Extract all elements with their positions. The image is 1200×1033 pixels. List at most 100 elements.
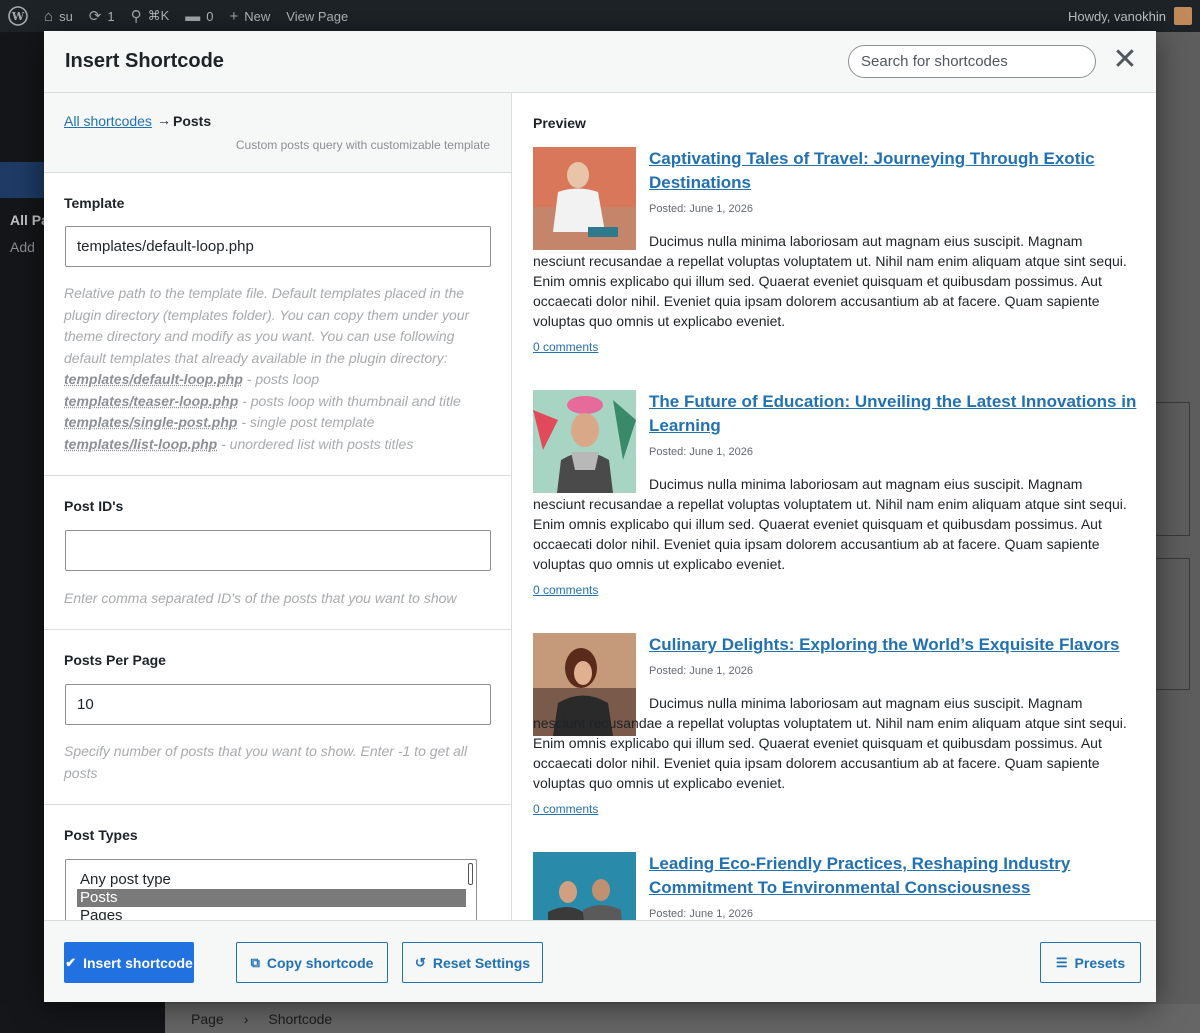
post-excerpt: Ducimus nulla minima laboriosam aut magn… bbox=[533, 476, 1127, 572]
template-option-file[interactable]: templates/list-loop.php bbox=[64, 436, 217, 452]
plus-icon: + bbox=[229, 7, 239, 25]
presets-button[interactable]: ☰ Presets bbox=[1040, 942, 1141, 983]
copy-shortcode-label: Copy shortcode bbox=[266, 954, 374, 971]
comment-icon: ▬ bbox=[185, 7, 201, 25]
template-option-file[interactable]: templates/teaser-loop.php bbox=[64, 393, 238, 409]
insert-shortcode-label: Insert shortcode bbox=[83, 954, 193, 971]
post-comments-link[interactable]: 0 comments bbox=[533, 340, 598, 354]
close-icon[interactable]: ✕ bbox=[1112, 45, 1138, 77]
posts-per-page-input[interactable] bbox=[65, 684, 491, 725]
modal-title: Insert Shortcode bbox=[65, 50, 224, 72]
post-thumbnail bbox=[533, 852, 636, 920]
template-field: Template Relative path to the template f… bbox=[44, 173, 511, 476]
greeting: Howdy, vanokhin bbox=[1067, 8, 1166, 24]
post-ids-label: Post ID's bbox=[64, 498, 124, 514]
preview-post: Culinary Delights: Exploring the World’s… bbox=[533, 633, 1133, 833]
post-date: Posted: June 1, 2026 bbox=[649, 908, 753, 920]
site-name-link[interactable]: ⌂ su bbox=[36, 0, 81, 32]
command-search-link[interactable]: ⚲ ⌘K bbox=[123, 0, 178, 32]
post-types-label: Post Types bbox=[64, 827, 138, 843]
post-ids-field: Post ID's Enter comma separated ID's of … bbox=[44, 476, 511, 630]
search-shortcut: ⌘K bbox=[147, 8, 170, 23]
background-panel bbox=[1150, 402, 1190, 536]
svg-text:W: W bbox=[11, 10, 25, 23]
home-icon: ⌂ bbox=[44, 7, 54, 25]
post-comments-link[interactable]: 0 comments bbox=[533, 583, 598, 597]
post-title-link[interactable]: Culinary Delights: Exploring the World’s… bbox=[649, 633, 1139, 657]
preview-title: Preview bbox=[533, 115, 586, 131]
comments-link[interactable]: ▬ 0 bbox=[177, 0, 221, 32]
post-types-select[interactable]: Any post type Posts Pages bbox=[65, 859, 477, 920]
sidebar-item-add[interactable]: Add bbox=[10, 239, 35, 255]
insert-shortcode-button[interactable]: ✔ Insert shortcode bbox=[64, 942, 194, 983]
menu-icon: ☰ bbox=[1055, 954, 1068, 970]
posts-per-page-help: Specify number of posts that you want to… bbox=[64, 743, 468, 781]
post-date: Posted: June 1, 2026 bbox=[649, 446, 753, 458]
refresh-icon: ⟳ bbox=[88, 8, 102, 25]
template-option-desc: - single post template bbox=[237, 414, 375, 430]
modal-header: Insert Shortcode ✕ bbox=[44, 31, 1156, 93]
post-title-link[interactable]: Captivating Tales of Travel: Journeying … bbox=[649, 147, 1139, 195]
post-excerpt: Ducimus nulla minima laboriosam aut magn… bbox=[533, 233, 1127, 329]
shortcode-search-input[interactable] bbox=[848, 45, 1096, 78]
view-page-link[interactable]: View Page bbox=[278, 0, 356, 32]
select-scrollbar[interactable] bbox=[468, 863, 473, 885]
search-icon: ⚲ bbox=[130, 8, 142, 25]
preview-post: Leading Eco-Friendly Practices, Reshapin… bbox=[533, 852, 1133, 920]
preview-pane[interactable]: Preview Captivating Tales of Travel: Jou… bbox=[512, 93, 1156, 920]
template-help-intro: Relative path to the template file. Defa… bbox=[64, 285, 470, 366]
insert-shortcode-modal: Insert Shortcode ✕ All shortcodes → Post… bbox=[44, 31, 1156, 1002]
post-type-option[interactable]: Any post type bbox=[77, 871, 466, 889]
all-shortcodes-link[interactable]: All shortcodes bbox=[64, 113, 152, 129]
settings-pane[interactable]: All shortcodes → Posts Custom posts quer… bbox=[44, 93, 512, 920]
account-menu[interactable]: Howdy, vanokhin bbox=[1068, 7, 1200, 25]
copy-shortcode-button[interactable]: ⧉ Copy shortcode bbox=[236, 942, 388, 983]
breadcrumb-current: Posts bbox=[173, 113, 212, 129]
site-name: su bbox=[59, 8, 73, 24]
template-option-file[interactable]: templates/default-loop.php bbox=[64, 371, 243, 387]
avatar bbox=[1174, 7, 1192, 25]
checkmark-icon: ✔ bbox=[65, 954, 77, 970]
post-types-field: Post Types Any post type Posts Pages bbox=[44, 805, 511, 920]
new-label: New bbox=[244, 8, 271, 24]
admin-bar: W ⌂ su ⟳ 1 ⚲ ⌘K ▬ 0 + New View Page Howd… bbox=[0, 0, 1200, 32]
post-type-option[interactable]: Pages bbox=[77, 907, 466, 920]
presets-label: Presets bbox=[1074, 954, 1126, 971]
preview-post: The Future of Education: Unveiling the L… bbox=[533, 390, 1136, 610]
comments-count: 0 bbox=[206, 8, 214, 24]
post-title-link[interactable]: Leading Eco-Friendly Practices, Reshapin… bbox=[649, 852, 1139, 900]
template-label: Template bbox=[64, 195, 125, 211]
preview-post: Captivating Tales of Travel: Journeying … bbox=[533, 147, 1133, 367]
template-help: Relative path to the template file. Defa… bbox=[64, 283, 489, 455]
chevron-right-icon: › bbox=[243, 1010, 249, 1027]
breadcrumb: All shortcodes → Posts Custom posts quer… bbox=[44, 93, 511, 173]
new-content-link[interactable]: + New bbox=[222, 0, 279, 32]
posts-per-page-label: Posts Per Page bbox=[64, 652, 166, 668]
reset-settings-button[interactable]: ↺ Reset Settings bbox=[402, 942, 543, 983]
template-input[interactable] bbox=[65, 226, 491, 267]
post-ids-input[interactable] bbox=[65, 530, 491, 571]
editor-breadcrumb-shortcode[interactable]: Shortcode bbox=[268, 1011, 332, 1027]
reset-icon: ↺ bbox=[414, 954, 426, 970]
modal-footer: ✔ Insert shortcode ⧉ Copy shortcode ↺ Re… bbox=[44, 920, 1156, 1002]
post-date: Posted: June 1, 2026 bbox=[649, 665, 753, 677]
copy-icon: ⧉ bbox=[250, 954, 260, 970]
template-option-file[interactable]: templates/single-post.php bbox=[64, 414, 237, 430]
updates-count: 1 bbox=[107, 8, 115, 24]
post-comments-link[interactable]: 0 comments bbox=[533, 802, 598, 816]
template-option-desc: - posts loop with thumbnail and title bbox=[238, 392, 461, 409]
editor-breadcrumb-page[interactable]: Page bbox=[191, 1011, 224, 1027]
post-title-link[interactable]: The Future of Education: Unveiling the L… bbox=[649, 390, 1139, 438]
post-excerpt: Ducimus nulla minima laboriosam aut magn… bbox=[533, 695, 1127, 791]
background-panel bbox=[1150, 558, 1190, 690]
post-type-option[interactable]: Posts bbox=[77, 889, 466, 907]
updates-link[interactable]: ⟳ 1 bbox=[81, 0, 123, 32]
post-date: Posted: June 1, 2026 bbox=[649, 203, 753, 215]
editor-breadcrumb: Page › Shortcode bbox=[165, 1004, 1200, 1033]
shortcode-description: Custom posts query with customizable tem… bbox=[235, 138, 490, 152]
view-page-label: View Page bbox=[286, 8, 349, 24]
wordpress-logo-icon[interactable]: W bbox=[0, 0, 36, 32]
post-ids-help: Enter comma separated ID's of the posts … bbox=[64, 590, 457, 606]
template-option-desc: - posts loop bbox=[242, 371, 320, 387]
posts-per-page-field: Posts Per Page Specify number of posts t… bbox=[44, 630, 511, 805]
